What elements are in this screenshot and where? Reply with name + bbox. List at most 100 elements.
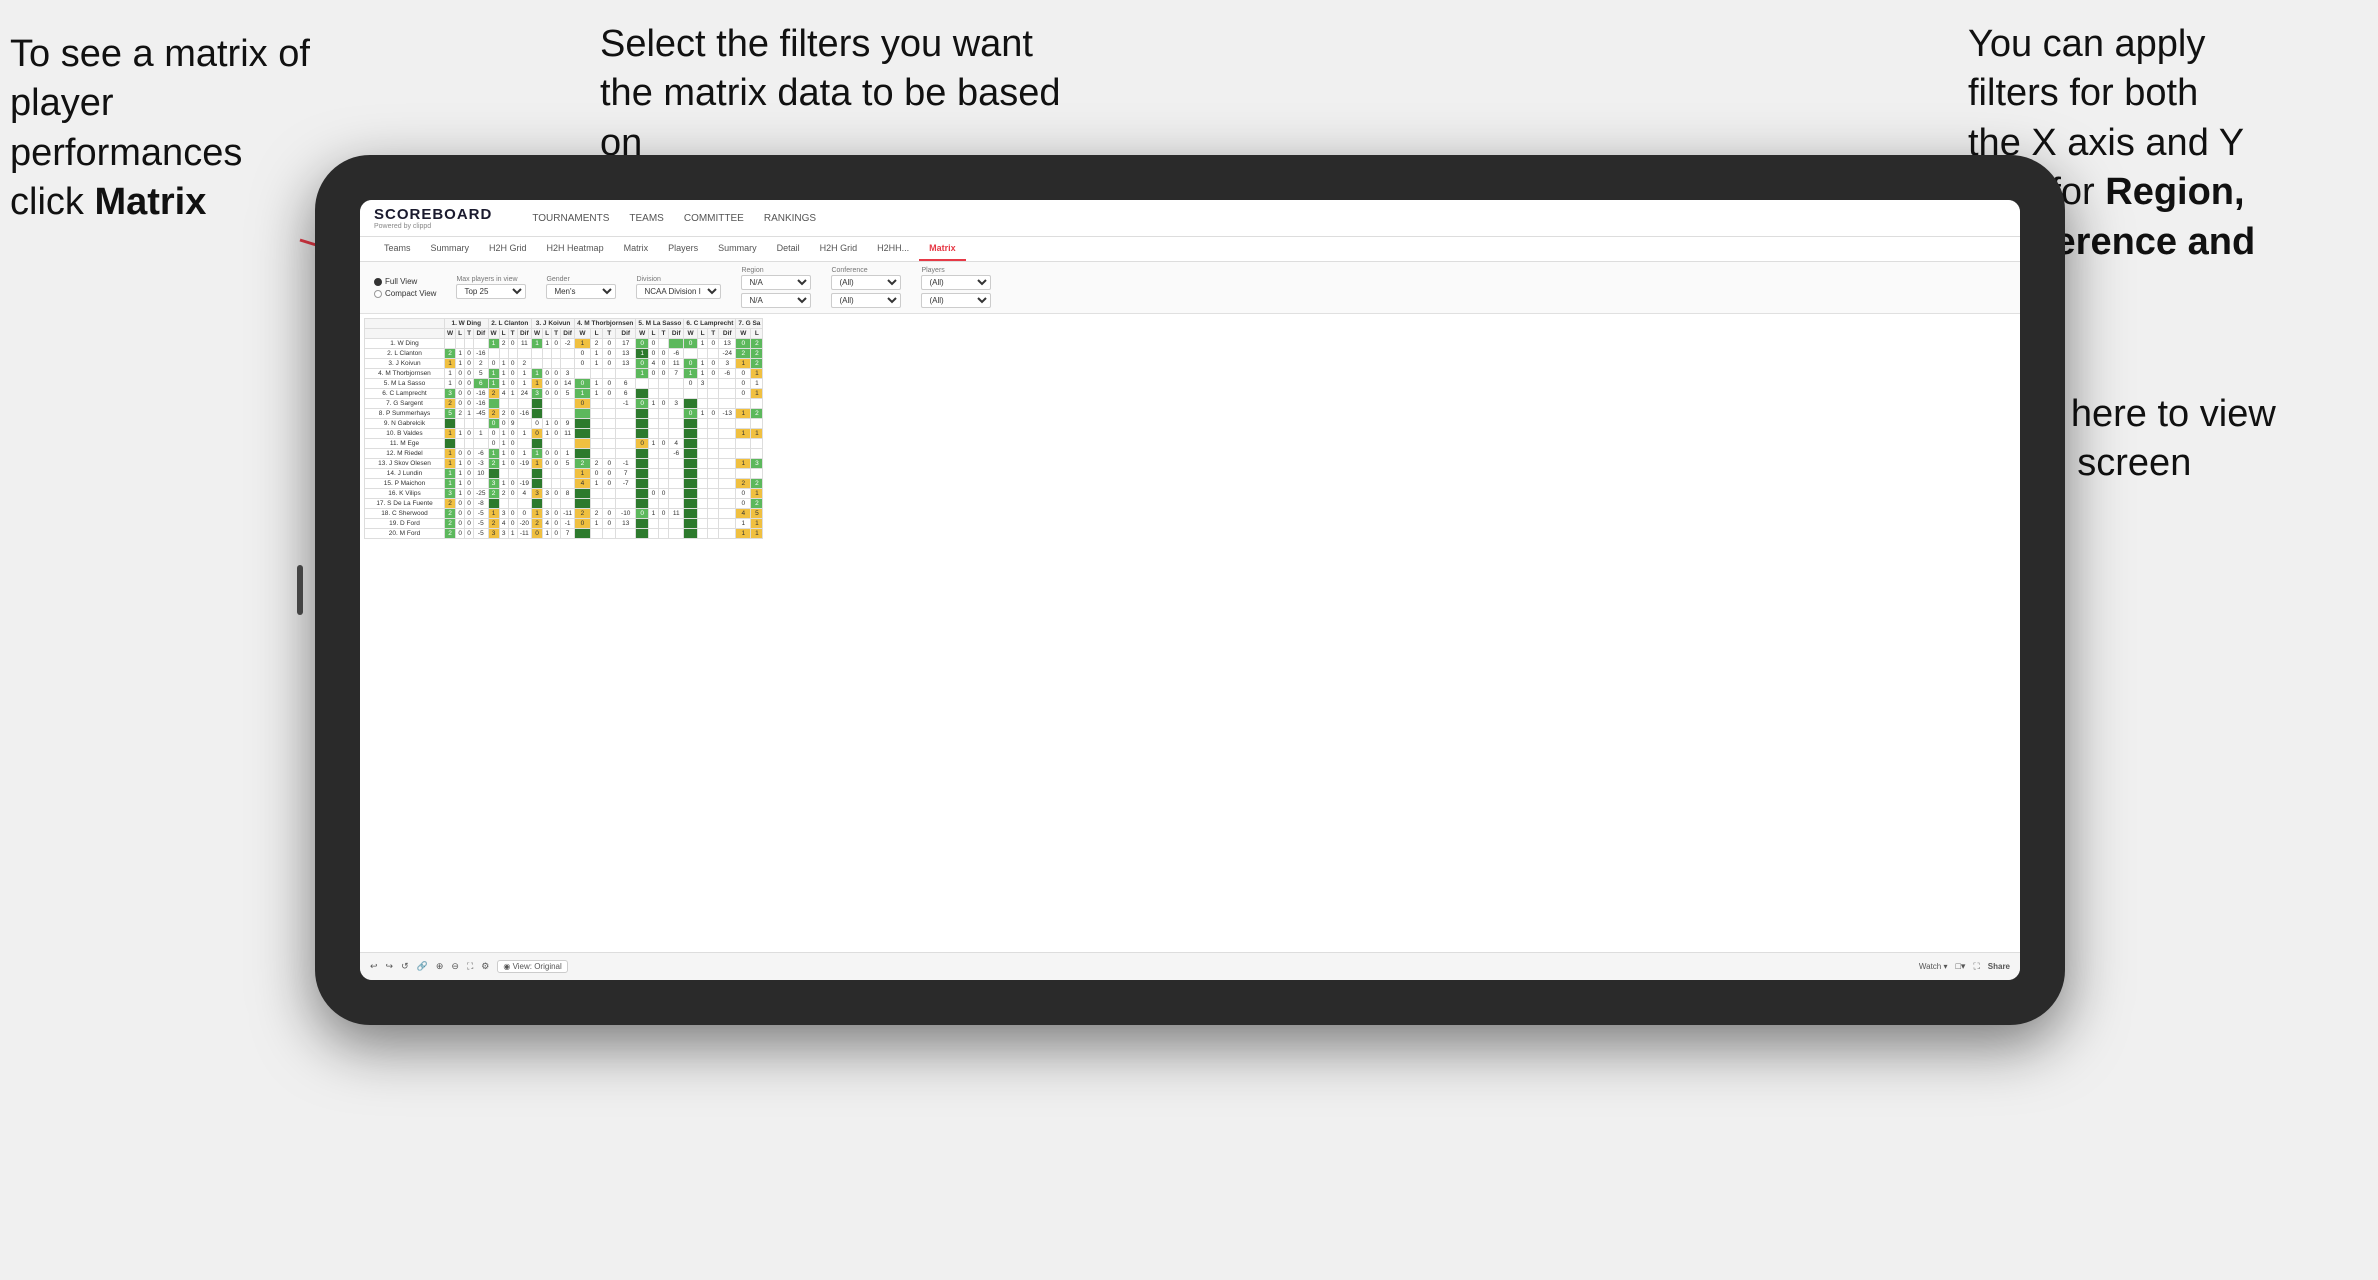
- zoom-out-icon[interactable]: ⊖: [451, 961, 459, 972]
- watch-button[interactable]: Watch ▾: [1919, 962, 1948, 971]
- settings-icon[interactable]: ⚙: [481, 961, 489, 972]
- share-button[interactable]: Share: [1988, 962, 2010, 971]
- division-select[interactable]: NCAA Division I: [636, 284, 721, 299]
- table-row: 4. M Thorbjornsen 1005 1101 1003 1007 11…: [365, 369, 763, 379]
- row-label: 9. N Gabrelcik: [365, 419, 445, 429]
- fullscreen-icon[interactable]: ⛶: [1973, 961, 1979, 972]
- table-row: 10. B Valdes 1101 0101 01011 11: [365, 429, 763, 439]
- corner-cell: [365, 319, 445, 329]
- row-label: 4. M Thorbjornsen: [365, 369, 445, 379]
- row-label: 13. J Skov Olesen: [365, 459, 445, 469]
- app-logo-sub: Powered by clippd: [374, 223, 492, 230]
- table-row: 8. P Summerhays 521-45 220-16 010-13 12: [365, 409, 763, 419]
- tab-summary2[interactable]: Summary: [708, 237, 767, 261]
- row-label: 14. J Lundin: [365, 469, 445, 479]
- sh-t3: T: [552, 329, 561, 339]
- full-view-option[interactable]: Full View: [374, 277, 436, 286]
- region-select[interactable]: N/A: [741, 275, 811, 290]
- table-row: 15. P Maichon 110 310-19 410-7 22: [365, 479, 763, 489]
- tab-h2h-grid[interactable]: H2H Grid: [479, 237, 537, 261]
- sh-d2: Dif: [517, 329, 531, 339]
- conference-select2[interactable]: (All): [831, 293, 901, 308]
- app-header: SCOREBOARD Powered by clippd TOURNAMENTS…: [360, 200, 2020, 237]
- tab-h2h-grid2[interactable]: H2H Grid: [810, 237, 868, 261]
- compact-view-option[interactable]: Compact View: [374, 289, 436, 298]
- sh-t5: T: [658, 329, 668, 339]
- tab-detail[interactable]: Detail: [767, 237, 810, 261]
- col-header-3: 3. J Koivun: [532, 319, 575, 329]
- table-row: 12. M Riedel 100-6 1101 1001 -6: [365, 449, 763, 459]
- table-row: 7. G Sargent 200-16 0-1 0103: [365, 399, 763, 409]
- matrix-table: 1. W Ding 2. L Clanton 3. J Koivun 4. M …: [364, 318, 763, 539]
- table-row: 9. N Gabrelcik 009 0109: [365, 419, 763, 429]
- main-nav: TOURNAMENTS TEAMS COMMITTEE RANKINGS: [532, 211, 816, 226]
- sh-d6: Dif: [719, 329, 736, 339]
- table-row: 6. C Lamprecht 300-16 24124 3005 1106 01: [365, 389, 763, 399]
- sh-l7: L: [751, 329, 763, 339]
- row-label: 20. M Ford: [365, 529, 445, 539]
- row-label: 15. P Maichon: [365, 479, 445, 489]
- fit-icon[interactable]: ⛶: [467, 961, 473, 972]
- tab-summary[interactable]: Summary: [421, 237, 480, 261]
- conference-select[interactable]: (All): [831, 275, 901, 290]
- table-row: 1. W Ding 12011 110-2 12017 00 01013 02: [365, 339, 763, 349]
- redo-icon[interactable]: ↪: [386, 961, 394, 972]
- max-players-filter: Max players in view Top 25: [456, 276, 526, 299]
- sh-w2: W: [488, 329, 499, 339]
- tab-h2hh[interactable]: H2HH...: [867, 237, 919, 261]
- col-header-7: 7. G Sa: [736, 319, 763, 329]
- row-label: 1. W Ding: [365, 339, 445, 349]
- row-label: 5. M La Sasso: [365, 379, 445, 389]
- row-label: 19. D Ford: [365, 519, 445, 529]
- sh-d5: Dif: [669, 329, 684, 339]
- region-select2[interactable]: N/A: [741, 293, 811, 308]
- link-icon[interactable]: 🔗: [417, 961, 428, 972]
- nav-tournaments[interactable]: TOURNAMENTS: [532, 211, 609, 226]
- row-label: 2. L Clanton: [365, 349, 445, 359]
- sh-t1: T: [465, 329, 474, 339]
- players-select2[interactable]: (All): [921, 293, 991, 308]
- tab-matrix-main[interactable]: Matrix: [614, 237, 659, 261]
- sh-l2: L: [499, 329, 508, 339]
- col-header-2: 2. L Clanton: [488, 319, 532, 329]
- row-label: 18. C Sherwood: [365, 509, 445, 519]
- zoom-in-icon[interactable]: ⊕: [436, 961, 444, 972]
- refresh-icon[interactable]: ↺: [401, 961, 409, 972]
- present-icon[interactable]: □▾: [1955, 961, 1965, 972]
- full-view-radio[interactable]: [374, 278, 382, 286]
- undo-icon[interactable]: ↩: [370, 961, 378, 972]
- row-label: 12. M Riedel: [365, 449, 445, 459]
- row-label: 11. M Ege: [365, 439, 445, 449]
- players-select[interactable]: (All): [921, 275, 991, 290]
- tab-teams[interactable]: Teams: [374, 237, 421, 261]
- tab-h2h-heatmap[interactable]: H2H Heatmap: [537, 237, 614, 261]
- sh-w7: W: [736, 329, 751, 339]
- nav-teams[interactable]: TEAMS: [629, 211, 663, 226]
- sh-t4: T: [603, 329, 616, 339]
- tablet-screen: SCOREBOARD Powered by clippd TOURNAMENTS…: [360, 200, 2020, 980]
- sh-w4: W: [575, 329, 591, 339]
- table-row: 20. M Ford 200-5 331-11 0107 11: [365, 529, 763, 539]
- compact-view-radio[interactable]: [374, 290, 382, 298]
- row-label: 16. K Vilips: [365, 489, 445, 499]
- table-row: 2. L Clanton 210-16 01013 100-6 -24 22: [365, 349, 763, 359]
- max-players-select[interactable]: Top 25: [456, 284, 526, 299]
- view-icon: ◉: [503, 962, 510, 971]
- table-row: 14. J Lundin 11010 1007: [365, 469, 763, 479]
- sh-l4: L: [590, 329, 603, 339]
- logo-area: SCOREBOARD Powered by clippd: [374, 206, 492, 230]
- nav-rankings[interactable]: RANKINGS: [764, 211, 816, 226]
- tablet-side-button: [297, 565, 303, 615]
- col-header-4: 4. M Thorbjornsen: [575, 319, 636, 329]
- tab-matrix-active[interactable]: Matrix: [919, 237, 966, 261]
- row-label: 7. G Sargent: [365, 399, 445, 409]
- gender-select[interactable]: Men's: [546, 284, 616, 299]
- table-row: 11. M Ege 010 0104: [365, 439, 763, 449]
- sh-l5: L: [648, 329, 658, 339]
- sh-w6: W: [684, 329, 697, 339]
- view-original-button[interactable]: ◉ View: Original: [497, 960, 567, 973]
- conference-filter: Conference (All) (All): [831, 267, 901, 308]
- tab-players[interactable]: Players: [658, 237, 708, 261]
- bottom-toolbar: ↩ ↪ ↺ 🔗 ⊕ ⊖ ⛶ ⚙ ◉ View: Original Watch ▾…: [360, 952, 2020, 980]
- nav-committee[interactable]: COMMITTEE: [684, 211, 744, 226]
